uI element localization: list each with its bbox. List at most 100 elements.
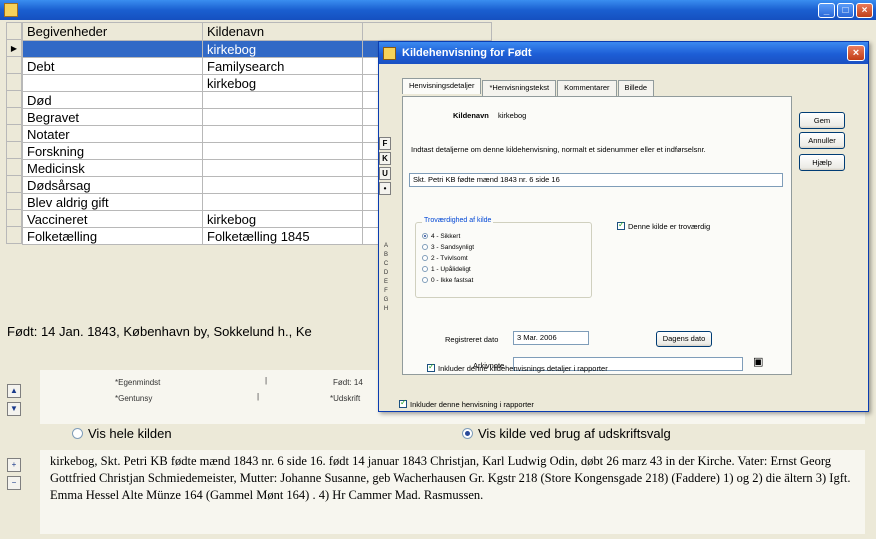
event-cell[interactable]: Folketælling: [22, 227, 203, 245]
dialog-icon: [383, 46, 396, 60]
source-cell[interactable]: [202, 125, 363, 143]
instruction-text: Indtast detaljerne om denne kildehenvisn…: [411, 145, 706, 154]
event-cell[interactable]: Notater: [22, 125, 203, 143]
event-cell[interactable]: [22, 74, 203, 92]
event-cell[interactable]: Blev aldrig gift: [22, 193, 203, 211]
reliability-option[interactable]: 2 - Tvivlsomt: [422, 255, 468, 262]
include-in-reports-checkbox[interactable]: Inkluder denne henvisning i rapporter: [399, 398, 534, 409]
radio-icon: [72, 428, 83, 439]
event-cell[interactable]: Begravet: [22, 108, 203, 126]
source-cell[interactable]: kirkebog: [202, 40, 363, 58]
ok-button[interactable]: Gem: [799, 112, 845, 129]
row-selector[interactable]: [6, 91, 22, 108]
maximize-button[interactable]: □: [837, 2, 854, 18]
row-selector-current[interactable]: ▶: [6, 40, 22, 57]
underline-button[interactable]: U: [379, 167, 391, 180]
event-cell[interactable]: Debt: [22, 57, 203, 75]
event-cell[interactable]: Vaccineret: [22, 210, 203, 228]
event-cell[interactable]: [22, 40, 203, 58]
citation-label: *Gentunsy: [115, 394, 153, 403]
row-selector[interactable]: [6, 108, 22, 125]
radio-icon: [422, 244, 428, 250]
citation-label: *Egenmindst: [115, 378, 161, 387]
source-cell[interactable]: Folketælling 1845: [202, 227, 363, 245]
letter-index-item[interactable]: D: [382, 269, 390, 278]
dialog-tabs: Henvisningsdetaljer *Henvisningstekst Ko…: [402, 78, 655, 96]
bullet-button[interactable]: •: [379, 182, 391, 195]
source-cell[interactable]: [202, 108, 363, 126]
today-date-button[interactable]: Dagens dato: [656, 331, 712, 347]
reliability-option[interactable]: 1 - Upålideligt: [422, 266, 471, 273]
add-button[interactable]: +: [7, 458, 21, 472]
tab-image[interactable]: Billede: [617, 80, 655, 96]
row-selector[interactable]: [6, 227, 22, 244]
reliability-option[interactable]: 3 - Sandsynligt: [422, 244, 474, 251]
event-cell[interactable]: Død: [22, 91, 203, 109]
show-print-source-label: Vis kilde ved brug af udskriftsvalg: [478, 426, 671, 441]
reliability-option-label: 3 - Sandsynligt: [431, 244, 474, 251]
main-titlebar: _ □ ×: [0, 0, 876, 20]
source-cell[interactable]: [202, 193, 363, 211]
source-cell[interactable]: [202, 91, 363, 109]
radio-icon: [422, 233, 428, 239]
source-name-label: Kildenavn: [453, 111, 489, 120]
event-cell[interactable]: Medicinsk: [22, 159, 203, 177]
row-selector[interactable]: [6, 210, 22, 227]
row-selector[interactable]: [6, 159, 22, 176]
event-cell[interactable]: Dødsårsag: [22, 176, 203, 194]
bold-button[interactable]: F: [379, 137, 391, 150]
row-selector[interactable]: [6, 142, 22, 159]
cancel-button[interactable]: Annuller: [799, 132, 845, 149]
tab-comments[interactable]: Kommentarer: [557, 80, 617, 96]
letter-index-item[interactable]: A: [382, 242, 390, 251]
letter-index-item[interactable]: E: [382, 278, 390, 287]
citation-label: Født: 14: [333, 378, 363, 387]
row-selector[interactable]: [6, 125, 22, 142]
row-selector[interactable]: [6, 74, 22, 91]
include-details-label: Inkluder denne kildehenvisnings detaljer…: [438, 364, 608, 373]
letter-index-item[interactable]: B: [382, 251, 390, 260]
radio-icon: [422, 266, 428, 272]
source-cell[interactable]: [202, 176, 363, 194]
column-header-source[interactable]: Kildenavn: [202, 22, 363, 41]
citation-detail-input[interactable]: Skt. Petri KB fødte mænd 1843 nr. 6 side…: [409, 173, 783, 187]
trusted-source-label: Denne kilde er troværdig: [628, 222, 711, 231]
italic-button[interactable]: K: [379, 152, 391, 165]
source-citation-dialog: Kildehenvisning for Født × Henvisningsde…: [378, 41, 869, 412]
letter-index-item[interactable]: H: [382, 305, 390, 314]
source-cell[interactable]: [202, 159, 363, 177]
reliability-option[interactable]: 0 - Ikke fastsat: [422, 277, 473, 284]
scroll-up-button[interactable]: ▲: [7, 384, 21, 398]
reliability-option[interactable]: 4 - Sikkert: [422, 233, 460, 240]
row-selector[interactable]: [6, 176, 22, 193]
dialog-title: Kildehenvisning for Født: [402, 47, 532, 59]
close-button[interactable]: ×: [856, 2, 873, 18]
tab-citation-text[interactable]: *Henvisningstekst: [482, 80, 557, 96]
column-header-events[interactable]: Begivenheder: [22, 22, 203, 41]
show-full-source-option[interactable]: Vis hele kilden: [72, 426, 172, 441]
letter-index-item[interactable]: G: [382, 296, 390, 305]
include-details-checkbox[interactable]: Inkluder denne kildehenvisnings detaljer…: [427, 362, 608, 373]
row-selector[interactable]: [6, 57, 22, 74]
remove-button[interactable]: −: [7, 476, 21, 490]
scroll-down-button[interactable]: ▼: [7, 402, 21, 416]
letter-index-item[interactable]: C: [382, 260, 390, 269]
save-disk-icon[interactable]: ▣: [753, 355, 763, 368]
source-cell[interactable]: Familysearch: [202, 57, 363, 75]
letter-index-item[interactable]: F: [382, 287, 390, 296]
source-cell[interactable]: [202, 142, 363, 160]
show-print-source-option[interactable]: Vis kilde ved brug af udskriftsvalg: [462, 426, 671, 441]
minimize-button[interactable]: _: [818, 2, 835, 18]
checkbox-checked-icon: [399, 398, 407, 408]
event-cell[interactable]: Forskning: [22, 142, 203, 160]
recorded-date-input[interactable]: 3 Mar. 2006: [513, 331, 589, 345]
row-selector[interactable]: [6, 193, 22, 210]
trusted-source-checkbox[interactable]: Denne kilde er troværdig: [617, 220, 711, 231]
source-cell[interactable]: kirkebog: [202, 74, 363, 92]
row-selector-header: [6, 22, 22, 40]
help-button[interactable]: Hjælp: [799, 154, 845, 171]
dialog-close-button[interactable]: ×: [847, 45, 865, 61]
tab-details[interactable]: Henvisningsdetaljer: [402, 78, 482, 94]
source-cell[interactable]: kirkebog: [202, 210, 363, 228]
column-header-extra[interactable]: [362, 22, 492, 41]
